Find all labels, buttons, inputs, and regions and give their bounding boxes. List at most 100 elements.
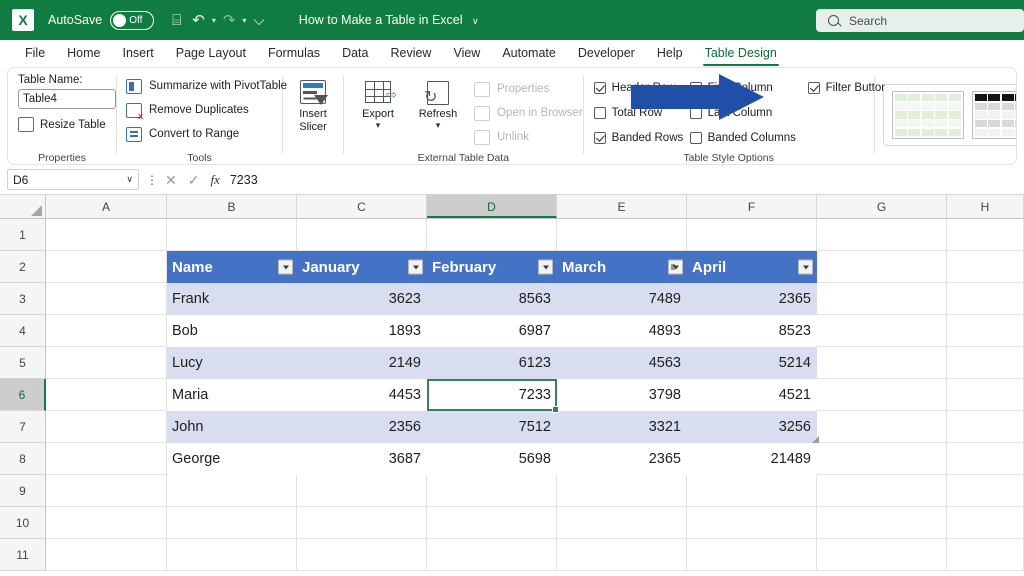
cell-b8[interactable]: George: [167, 443, 297, 475]
cell-c6[interactable]: 4453: [297, 379, 427, 411]
checkbox-first-column[interactable]: First Column: [689, 77, 808, 98]
tab-help[interactable]: Help: [646, 40, 694, 67]
row-header-3[interactable]: 3: [0, 283, 46, 315]
cell-g8[interactable]: [817, 443, 947, 475]
cell-g5[interactable]: [817, 347, 947, 379]
cell-g7[interactable]: [817, 411, 947, 443]
row-header-11[interactable]: 11: [0, 539, 46, 571]
filter-button-checkbox-icon[interactable]: [807, 81, 820, 94]
column-header-d[interactable]: D: [427, 195, 557, 218]
formula-input[interactable]: 7233: [230, 173, 258, 187]
tab-table-design[interactable]: Table Design: [694, 40, 788, 67]
cell-f6[interactable]: 4521: [687, 379, 817, 411]
cell-a11[interactable]: [46, 539, 167, 571]
cell-h8[interactable]: [947, 443, 1024, 475]
cell-h9[interactable]: [947, 475, 1024, 507]
cell-f4[interactable]: 8523: [687, 315, 817, 347]
cell-g1[interactable]: [817, 219, 947, 251]
cell-f1[interactable]: [687, 219, 817, 251]
tab-automate[interactable]: Automate: [491, 40, 567, 67]
column-header-c[interactable]: C: [297, 195, 427, 218]
cell-f5[interactable]: 5214: [687, 347, 817, 379]
search-box[interactable]: Search: [816, 9, 1024, 32]
cell-h10[interactable]: [947, 507, 1024, 539]
tab-view[interactable]: View: [442, 40, 491, 67]
cell-b9[interactable]: [167, 475, 297, 507]
cell-g9[interactable]: [817, 475, 947, 507]
cell-h11[interactable]: [947, 539, 1024, 571]
cell-a6[interactable]: [46, 379, 167, 411]
cell-b4[interactable]: Bob: [167, 315, 297, 347]
name-box[interactable]: D6 ∨: [7, 169, 139, 190]
cell-d3[interactable]: 8563: [427, 283, 557, 315]
cell-e4[interactable]: 4893: [557, 315, 687, 347]
cell-d8[interactable]: 5698: [427, 443, 557, 475]
table-header-march[interactable]: March: [557, 251, 687, 283]
cell-h2[interactable]: [947, 251, 1024, 283]
cell-e8[interactable]: 2365: [557, 443, 687, 475]
cell-e3[interactable]: 7489: [557, 283, 687, 315]
cell-d9[interactable]: [427, 475, 557, 507]
resize-table-button[interactable]: Resize Table: [18, 117, 116, 132]
cell-a8[interactable]: [46, 443, 167, 475]
tab-data[interactable]: Data: [331, 40, 379, 67]
row-header-4[interactable]: 4: [0, 315, 46, 347]
cell-d7[interactable]: 7512: [427, 411, 557, 443]
cell-d6[interactable]: 7233: [427, 379, 557, 411]
cell-b5[interactable]: Lucy: [167, 347, 297, 379]
cell-h4[interactable]: [947, 315, 1024, 347]
cell-f11[interactable]: [687, 539, 817, 571]
cell-b10[interactable]: [167, 507, 297, 539]
cell-h7[interactable]: [947, 411, 1024, 443]
cell-b1[interactable]: [167, 219, 297, 251]
redo-dropdown-icon[interactable]: ▾: [242, 16, 246, 25]
tab-review[interactable]: Review: [379, 40, 442, 67]
formula-bar-options-icon[interactable]: ⋮: [146, 173, 158, 187]
cell-e1[interactable]: [557, 219, 687, 251]
cell-b7[interactable]: John: [167, 411, 297, 443]
cell-e5[interactable]: 4563: [557, 347, 687, 379]
cell-a2[interactable]: [46, 251, 167, 283]
cell-c1[interactable]: [297, 219, 427, 251]
cell-e10[interactable]: [557, 507, 687, 539]
cell-a5[interactable]: [46, 347, 167, 379]
row-header-10[interactable]: 10: [0, 507, 46, 539]
cell-c9[interactable]: [297, 475, 427, 507]
tab-page-layout[interactable]: Page Layout: [165, 40, 257, 67]
total-row-checkbox-icon[interactable]: [593, 106, 606, 119]
name-box-chevron-icon[interactable]: ∨: [126, 174, 133, 185]
autosave-toggle[interactable]: Off: [110, 10, 155, 30]
filter-dropdown-icon-april[interactable]: [798, 259, 813, 275]
save-icon[interactable]: ⌸: [168, 11, 185, 30]
select-all-corner[interactable]: [0, 195, 46, 218]
checkbox-total-row[interactable]: Total Row: [593, 102, 690, 123]
checkbox-last-column[interactable]: Last Column: [689, 102, 808, 123]
cell-a1[interactable]: [46, 219, 167, 251]
cell-a10[interactable]: [46, 507, 167, 539]
cell-g6[interactable]: [817, 379, 947, 411]
table-style-light-green[interactable]: [891, 91, 964, 139]
cell-d11[interactable]: [427, 539, 557, 571]
cell-h1[interactable]: [947, 219, 1024, 251]
tab-developer[interactable]: Developer: [567, 40, 646, 67]
remove-duplicates-button[interactable]: Remove Duplicates: [126, 98, 282, 122]
column-header-f[interactable]: F: [687, 195, 817, 218]
header-row-checkbox-icon[interactable]: [593, 81, 606, 94]
row-header-9[interactable]: 9: [0, 475, 46, 507]
cell-h6[interactable]: [947, 379, 1024, 411]
cell-h3[interactable]: [947, 283, 1024, 315]
document-title[interactable]: How to Make a Table in Excel ∨: [299, 13, 479, 27]
cell-d10[interactable]: [427, 507, 557, 539]
cell-c5[interactable]: 2149: [297, 347, 427, 379]
row-header-5[interactable]: 5: [0, 347, 46, 379]
tab-file[interactable]: File: [14, 40, 56, 67]
cell-a7[interactable]: [46, 411, 167, 443]
row-header-7[interactable]: 7: [0, 411, 46, 443]
checkbox-banded-columns[interactable]: Banded Columns: [689, 127, 808, 148]
row-header-6[interactable]: 6: [0, 379, 46, 411]
export-dropdown-icon[interactable]: ▾: [376, 121, 381, 130]
tab-formulas[interactable]: Formulas: [257, 40, 331, 67]
search-input[interactable]: Search: [849, 14, 887, 28]
table-resize-handle[interactable]: [812, 436, 819, 443]
cell-f7[interactable]: 3256: [687, 411, 817, 443]
